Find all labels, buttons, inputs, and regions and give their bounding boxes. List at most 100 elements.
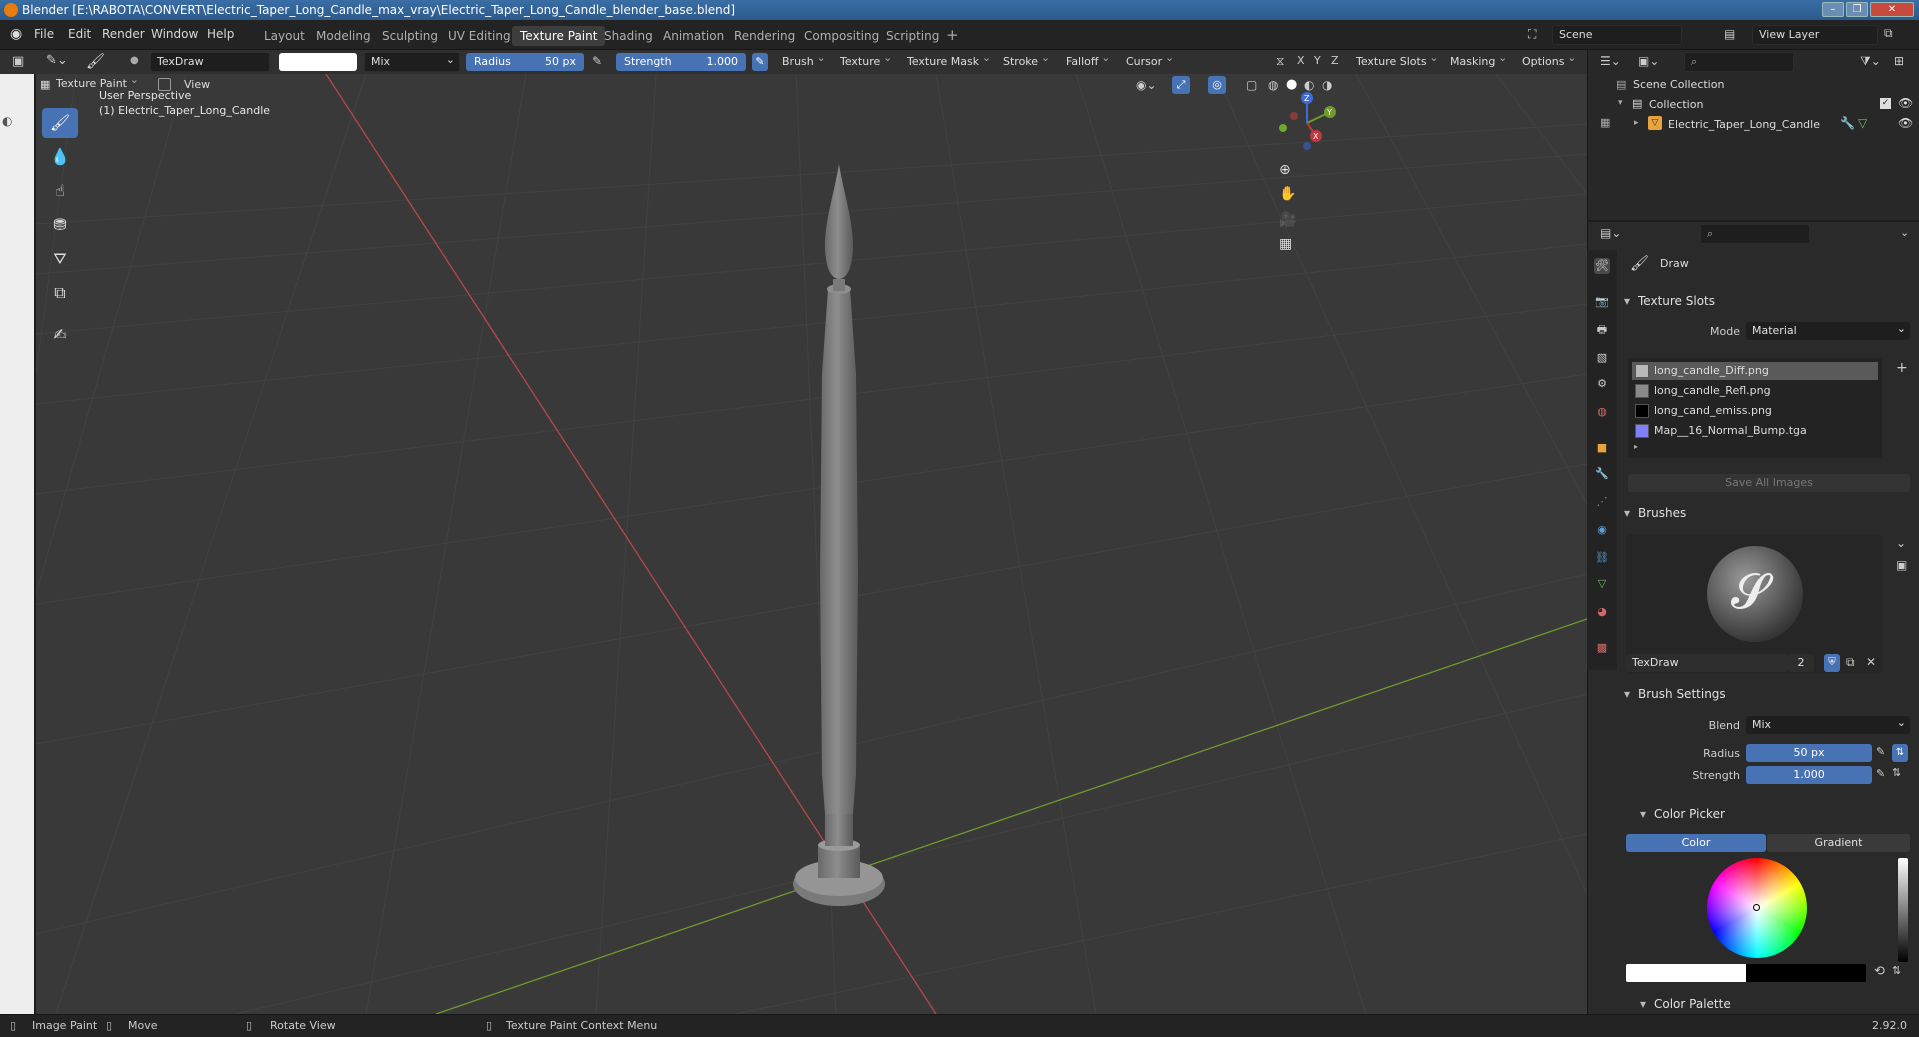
object-tab-icon[interactable]: ■ <box>1594 440 1610 456</box>
tab-scripting[interactable]: Scripting <box>878 26 947 46</box>
outliner-type-icon[interactable]: ☰⌄ <box>1600 54 1621 68</box>
duplicate-brush-icon[interactable]: ⧉ <box>1846 655 1855 670</box>
color-swatches[interactable] <box>1626 964 1866 982</box>
properties-options-icon[interactable]: ⌄ <box>1900 226 1909 239</box>
blend-dropdown[interactable]: Mix ⌄ <box>1746 716 1910 734</box>
xray-icon[interactable]: ▢ <box>1246 78 1257 92</box>
render-tab-icon[interactable]: 📷 <box>1594 294 1610 310</box>
color-picker-panel-header[interactable]: Color Picker <box>1636 803 1725 825</box>
texture-slot-item[interactable]: long_candle_Diff.png <box>1632 362 1878 380</box>
material-tab-icon[interactable]: ◕ <box>1594 604 1610 620</box>
mesh-data-icon[interactable]: ▽ <box>1858 116 1867 130</box>
output-tab-icon[interactable]: 🖶 <box>1594 322 1610 338</box>
brush-preview-area[interactable]: 𝓢 <box>1626 534 1882 674</box>
brush-name-field[interactable]: TexDraw <box>1626 654 1788 672</box>
collection-label[interactable]: Collection <box>1649 98 1703 111</box>
mirror-x-toggle[interactable]: X <box>1297 54 1305 67</box>
scene-tab-icon[interactable]: ⚙ <box>1594 376 1610 392</box>
strength-pressure-toggle[interactable]: ✎ <box>1876 767 1885 780</box>
brush-settings-panel-header[interactable]: Brush Settings <box>1620 683 1726 705</box>
scene-field[interactable]: Scene <box>1552 25 1682 45</box>
tab-texture-paint[interactable]: Texture Paint <box>512 26 606 46</box>
draw-tool-icon[interactable]: 🖌 <box>42 108 78 138</box>
gizmo-toggle-icon[interactable]: ⤢ <box>1172 76 1190 94</box>
candle-model[interactable] <box>793 164 885 906</box>
smear-tool-icon[interactable]: ☝ <box>42 176 78 206</box>
modifier-icon[interactable]: 🔧 <box>1840 116 1855 130</box>
minimize-button[interactable]: – <box>1822 2 1844 17</box>
swap-colors-icon[interactable]: ⟲ <box>1874 964 1885 979</box>
color-wheel[interactable] <box>1707 858 1807 958</box>
brush-color-swatch[interactable] <box>279 53 357 71</box>
radius-pressure-icon[interactable]: ✎ <box>592 54 602 68</box>
color-tab[interactable]: Color <box>1626 834 1766 852</box>
3d-viewport[interactable]: ▦ Texture Paint View ◉⌄ ⤢ ◎ ▢ ◍ ● ◐ ◑ Us… <box>36 74 1587 1014</box>
tab-layout[interactable]: Layout <box>256 26 313 46</box>
brush-image-icon[interactable]: ▣ <box>1896 558 1907 572</box>
texture-slots-dropdown[interactable]: Texture Slots <box>1352 49 1441 71</box>
view-layer-tab-icon[interactable]: ▧ <box>1594 350 1610 366</box>
texture-slot-item[interactable]: Map__16_Normal_Bump.tga <box>1632 422 1878 440</box>
physics-tab-icon[interactable]: ◉ <box>1594 522 1610 538</box>
new-collection-icon[interactable]: ⊞ <box>1894 54 1904 68</box>
texture-tab-icon[interactable]: ▩ <box>1594 640 1610 656</box>
editor-type-icon[interactable]: ▣ <box>12 54 24 69</box>
stroke-dropdown[interactable]: Stroke <box>999 49 1052 71</box>
particles-tab-icon[interactable]: ⋰ <box>1594 494 1610 510</box>
soften-tool-icon[interactable]: 💧 <box>42 142 78 172</box>
filter-icon[interactable]: ⧩⌄ <box>1860 54 1881 69</box>
tool-settings-icon[interactable]: ✎⌄ <box>46 53 68 68</box>
new-view-layer-icon[interactable]: ⧉ <box>1884 26 1893 41</box>
falloff-dropdown[interactable]: Falloff <box>1062 49 1112 71</box>
menu-edit[interactable]: Edit <box>68 27 91 41</box>
gradient-tab[interactable]: Gradient <box>1767 834 1910 852</box>
blender-menu-icon[interactable]: ◉ <box>10 26 22 42</box>
menu-window[interactable]: Window <box>151 27 198 41</box>
texture-dropdown[interactable]: Texture <box>836 49 894 71</box>
pan-hand-icon[interactable]: ✋ <box>1279 186 1296 202</box>
fill-tool-icon[interactable]: ⛛ <box>42 244 78 274</box>
brushes-panel-header[interactable]: Brushes <box>1620 502 1686 524</box>
properties-search[interactable]: ⌕ <box>1700 224 1810 244</box>
modifier-tab-icon[interactable]: 🔧 <box>1594 466 1610 482</box>
tab-shading[interactable]: Shading <box>596 26 661 46</box>
radius-field[interactable]: 50 px <box>1746 744 1872 762</box>
constraints-tab-icon[interactable]: ⛓ <box>1594 550 1610 566</box>
overlays-toggle-icon[interactable]: ◎ <box>1208 76 1226 94</box>
mask-tool-icon[interactable]: ⧉ <box>42 278 78 308</box>
zoom-icon[interactable]: ⊕ <box>1279 162 1291 178</box>
object-expand-icon[interactable]: ▸ <box>1634 118 1639 128</box>
tab-sculpting[interactable]: Sculpting <box>374 26 446 46</box>
menu-help[interactable]: Help <box>207 27 234 41</box>
texture-slot-item[interactable]: long_cand_emiss.png <box>1632 402 1878 420</box>
scene-icon[interactable]: ⛶ <box>1528 27 1536 42</box>
color-palette-panel-header[interactable]: Color Palette <box>1636 993 1731 1015</box>
ortho-toggle-icon[interactable]: ▦ <box>1279 236 1292 252</box>
value-slider[interactable] <box>1898 858 1908 962</box>
blend-mode-dropdown[interactable]: Mix ⌄ <box>364 52 460 72</box>
unlink-brush-icon[interactable]: ✕ <box>1866 655 1876 669</box>
brush-specials-icon[interactable]: ⌄ <box>1896 536 1906 550</box>
visibility-icon[interactable]: ◉⌄ <box>1136 78 1157 92</box>
list-filter-expand-icon[interactable]: ▸ <box>1634 442 1638 451</box>
view-layer-field[interactable]: View Layer <box>1752 25 1878 45</box>
texture-mask-dropdown[interactable]: Texture Mask <box>903 49 993 71</box>
save-all-images-button[interactable]: Save All Images <box>1628 474 1910 492</box>
display-mode-icon[interactable]: ▣⌄ <box>1638 54 1659 68</box>
menu-file[interactable]: File <box>34 27 54 41</box>
view-layer-icon[interactable]: ▤ <box>1724 27 1735 41</box>
maximize-button[interactable]: ❐ <box>1846 2 1868 17</box>
strength-unified-toggle[interactable]: ⇅ <box>1892 766 1901 779</box>
strength-pressure-icon[interactable]: ✎ <box>752 53 768 71</box>
mirror-y-toggle[interactable]: Y <box>1314 54 1321 67</box>
cursor-dropdown[interactable]: Cursor <box>1122 49 1176 71</box>
edge-scroll-icon[interactable]: ◐ <box>2 114 12 128</box>
tab-uv-editing[interactable]: UV Editing <box>440 26 519 46</box>
options-dropdown[interactable]: Options <box>1518 49 1578 71</box>
tab-modeling[interactable]: Modeling <box>308 26 379 46</box>
fake-user-icon[interactable]: ● <box>130 55 139 66</box>
properties-type-icon[interactable]: ▤⌄ <box>1600 226 1621 240</box>
texture-slots-panel-header[interactable]: Texture Slots <box>1620 290 1715 312</box>
collection-visibility-icon[interactable]: 👁 <box>1898 96 1913 110</box>
world-tab-icon[interactable]: ◍ <box>1594 404 1610 420</box>
